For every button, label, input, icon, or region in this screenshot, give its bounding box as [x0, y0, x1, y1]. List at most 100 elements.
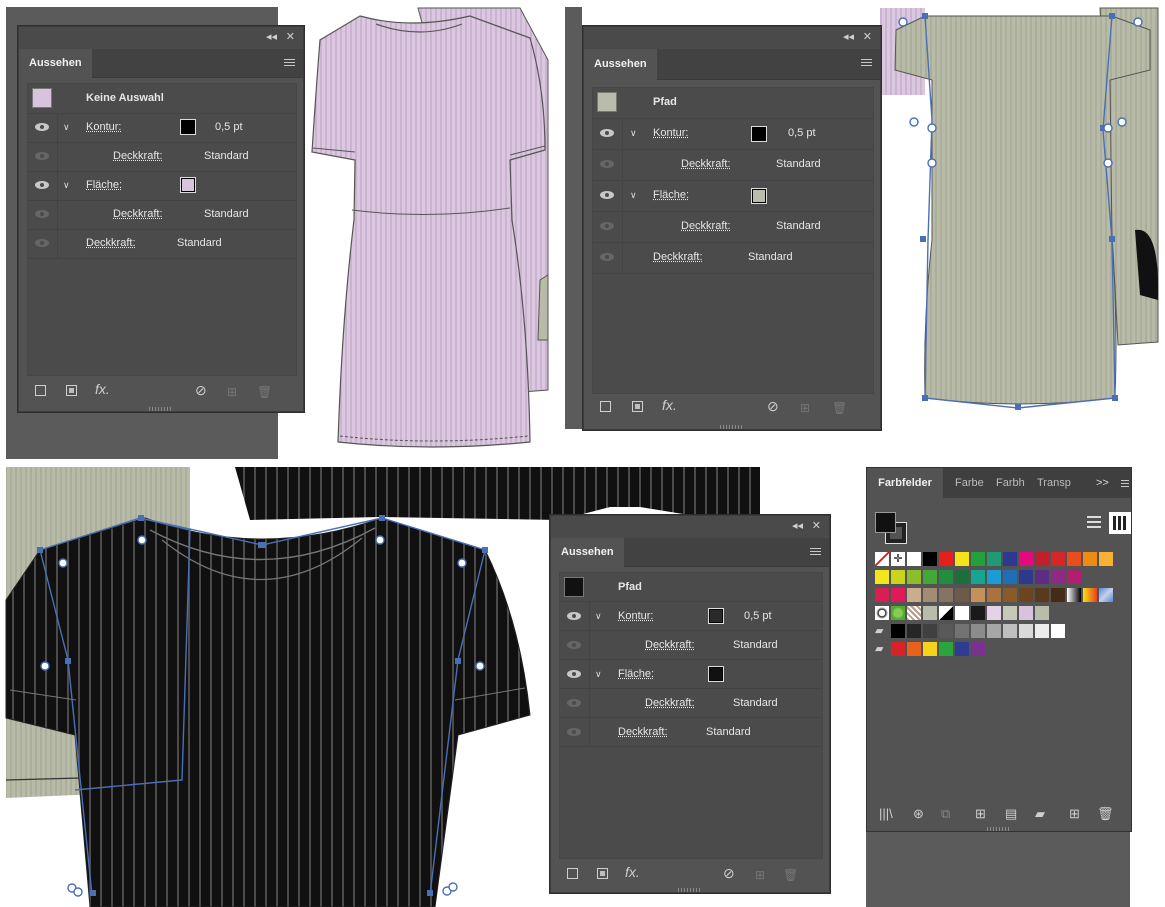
opacity-label[interactable]: Deckkraft: — [618, 726, 668, 738]
swatch-cell[interactable] — [891, 588, 905, 602]
swatch-cell[interactable] — [987, 588, 1001, 602]
swatch-cell[interactable] — [907, 570, 921, 584]
swatch-cell[interactable] — [1003, 588, 1017, 602]
tab-farbe[interactable]: Farbe — [955, 468, 984, 498]
new-swatch-icon[interactable]: ⊞ — [1069, 806, 1080, 822]
object-opacity-row[interactable]: Deckkraft: Standard — [560, 718, 822, 747]
swatch-cell[interactable] — [1099, 552, 1113, 566]
swatch-cell[interactable] — [907, 552, 921, 566]
trash-icon[interactable]: 🗑 — [783, 868, 798, 882]
swatch-cell[interactable] — [1019, 588, 1033, 602]
tab-aussehen[interactable]: Aussehen — [584, 49, 657, 80]
swatch-cell[interactable] — [939, 624, 953, 638]
swatch-kind-icon[interactable]: ⊛ — [913, 806, 924, 822]
fill-label[interactable]: Fläche: — [86, 179, 122, 191]
swatch-cell[interactable] — [1035, 588, 1049, 602]
panel-menu-icon[interactable] — [284, 59, 295, 67]
swatch-cell[interactable] — [939, 588, 953, 602]
trash-icon[interactable]: 🗑 — [832, 401, 847, 415]
swatch-cell[interactable] — [971, 570, 985, 584]
swatch-cell[interactable] — [987, 552, 1001, 566]
swatch-cell[interactable] — [907, 606, 921, 620]
add-fill-icon[interactable] — [66, 385, 77, 396]
swatch-cell[interactable] — [891, 624, 905, 638]
swatch-cell[interactable] — [955, 606, 969, 620]
fill-opacity-row[interactable]: Deckkraft: Standard — [560, 689, 822, 718]
collapse-icon[interactable]: ◂◂ — [843, 31, 854, 43]
stroke-row[interactable]: ∨ Kontur: 0,5 pt — [593, 119, 873, 150]
swatch-cell[interactable] — [875, 606, 889, 620]
swatch-cell[interactable] — [1083, 588, 1097, 602]
swatch-cell[interactable] — [955, 624, 969, 638]
swatch-cell[interactable] — [1035, 570, 1049, 584]
stroke-weight[interactable]: 0,5 pt — [788, 127, 816, 139]
swatch-cell[interactable] — [971, 588, 985, 602]
duplicate-item-icon[interactable]: ⊞ — [800, 401, 810, 415]
swatch-cell[interactable] — [875, 570, 889, 584]
swatch-cell[interactable] — [987, 624, 1001, 638]
grid-view-icon[interactable] — [1109, 512, 1131, 534]
object-row[interactable]: Pfad — [593, 88, 873, 119]
swatch-cell[interactable] — [939, 570, 953, 584]
opacity-label[interactable]: Deckkraft: — [86, 237, 136, 249]
swatch-cell[interactable] — [955, 642, 969, 656]
swatch-cell[interactable] — [907, 588, 921, 602]
object-opacity-row[interactable]: Deckkraft: Standard — [593, 243, 873, 274]
swatch-options-icon[interactable]: ⧉ — [941, 806, 950, 822]
stroke-label[interactable]: Kontur: — [618, 610, 653, 622]
swatch-cell[interactable] — [907, 642, 921, 656]
swatch-cell[interactable] — [891, 606, 905, 620]
swatch-cell[interactable] — [1035, 624, 1049, 638]
swatch-cell[interactable] — [923, 642, 937, 656]
swatch-cell[interactable] — [875, 552, 889, 566]
swatch-cell[interactable] — [939, 642, 953, 656]
swatch-cell[interactable] — [923, 570, 937, 584]
fill-row[interactable]: ∨ Fläche: — [28, 171, 296, 201]
swatch-cell[interactable]: ✛ — [891, 552, 905, 566]
swatch-cell[interactable] — [1019, 624, 1033, 638]
trash-icon[interactable]: 🗑 — [1097, 806, 1114, 822]
opacity-label[interactable]: Deckkraft: — [645, 697, 695, 709]
chevron-down-icon[interactable]: ∨ — [630, 128, 637, 139]
clear-appearance-icon[interactable]: ⊘ — [723, 866, 735, 880]
swatch-cell[interactable] — [907, 624, 921, 638]
resize-grip[interactable] — [149, 407, 173, 411]
visibility-eye-icon[interactable] — [35, 123, 49, 131]
visibility-eye-icon[interactable] — [600, 160, 614, 168]
fill-opacity-row[interactable]: Deckkraft: Standard — [28, 200, 296, 230]
fx-icon[interactable]: fx. — [662, 398, 677, 412]
tab-aussehen[interactable]: Aussehen — [551, 538, 624, 567]
swatch-cell[interactable] — [955, 588, 969, 602]
visibility-eye-icon[interactable] — [35, 152, 49, 160]
stroke-weight[interactable]: 0,5 pt — [744, 610, 772, 622]
swatch-cell[interactable] — [923, 624, 937, 638]
resize-grip[interactable] — [720, 425, 744, 429]
swatch-cell[interactable] — [1035, 606, 1049, 620]
fx-icon[interactable]: fx. — [625, 865, 640, 879]
swatch-cell[interactable] — [1083, 552, 1097, 566]
panel-titlebar[interactable]: ◂◂ ✕ — [19, 27, 303, 49]
chevron-down-icon[interactable]: ∨ — [63, 122, 70, 133]
more-tabs-icon[interactable]: >> — [1096, 468, 1109, 498]
swatch-cell[interactable] — [1051, 588, 1065, 602]
fill-row[interactable]: ∨ Fläche: — [560, 660, 822, 689]
visibility-eye-icon[interactable] — [35, 181, 49, 189]
swatch-cell[interactable] — [987, 606, 1001, 620]
swatch-cell[interactable] — [1051, 624, 1065, 638]
chevron-down-icon[interactable]: ∨ — [595, 669, 602, 680]
panel-menu-icon[interactable] — [861, 59, 872, 67]
visibility-eye-icon[interactable] — [600, 191, 614, 199]
chevron-down-icon[interactable]: ∨ — [630, 190, 637, 201]
object-row[interactable]: Keine Auswahl — [28, 84, 296, 114]
swatch-cell[interactable] — [1067, 588, 1081, 602]
visibility-eye-icon[interactable] — [600, 222, 614, 230]
visibility-eye-icon[interactable] — [35, 210, 49, 218]
stroke-row[interactable]: ∨ Kontur: 0,5 pt — [28, 113, 296, 143]
panel-titlebar[interactable]: ◂◂ ✕ — [584, 27, 880, 49]
add-stroke-icon[interactable] — [35, 385, 46, 396]
swatch-cell[interactable] — [1019, 606, 1033, 620]
chevron-down-icon[interactable]: ∨ — [595, 611, 602, 622]
swatch-cell[interactable] — [955, 570, 969, 584]
object-opacity-row[interactable]: Deckkraft: Standard — [28, 229, 296, 259]
stroke-swatch[interactable] — [708, 608, 724, 624]
